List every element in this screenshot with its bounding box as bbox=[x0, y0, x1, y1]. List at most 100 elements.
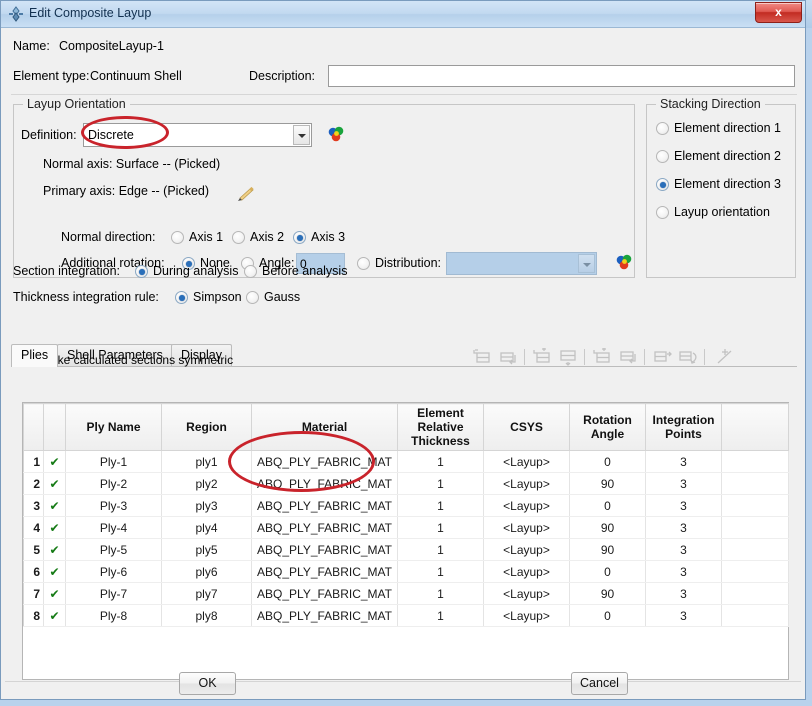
col-header-material[interactable]: Material bbox=[251, 403, 398, 451]
radio-normal-axis-3[interactable] bbox=[293, 231, 306, 244]
cell-blank[interactable] bbox=[721, 538, 789, 561]
row-check-icon[interactable]: ✔ bbox=[43, 604, 66, 627]
row-check-icon[interactable]: ✔ bbox=[43, 450, 66, 473]
radio-simpson[interactable] bbox=[175, 291, 188, 304]
radio-rotation-distribution[interactable] bbox=[357, 257, 370, 270]
description-input[interactable] bbox=[328, 65, 795, 87]
csys-color-icon[interactable] bbox=[326, 124, 346, 144]
row-check-icon[interactable]: ✔ bbox=[43, 582, 66, 605]
cell-rotation[interactable]: 0 bbox=[569, 450, 646, 473]
copy-row-down-icon[interactable] bbox=[618, 348, 640, 366]
cell-ply-name[interactable]: Ply-6 bbox=[65, 560, 162, 583]
cell-blank[interactable] bbox=[721, 450, 789, 473]
cell-ply-name[interactable]: Ply-3 bbox=[65, 494, 162, 517]
cell-csys[interactable]: <Layup> bbox=[483, 494, 570, 517]
cell-rotation[interactable]: 90 bbox=[569, 516, 646, 539]
col-header-blank-2[interactable] bbox=[43, 403, 66, 451]
col-header-region[interactable]: Region bbox=[161, 403, 252, 451]
cell-ply-name[interactable]: Ply-7 bbox=[65, 582, 162, 605]
radio-gauss[interactable] bbox=[246, 291, 259, 304]
cell-thickness[interactable]: 1 bbox=[397, 494, 484, 517]
cell-csys[interactable]: <Layup> bbox=[483, 450, 570, 473]
radio-element-direction-1[interactable] bbox=[656, 122, 669, 135]
cell-ply-name[interactable]: Ply-1 bbox=[65, 450, 162, 473]
radio-during-analysis[interactable] bbox=[135, 265, 148, 278]
cell-blank[interactable] bbox=[721, 604, 789, 627]
close-icon[interactable]: x bbox=[755, 2, 802, 23]
cell-points[interactable]: 3 bbox=[645, 604, 722, 627]
cell-region[interactable]: ply2 bbox=[161, 472, 252, 495]
add-row-top-icon[interactable] bbox=[532, 347, 554, 366]
col-header-blank-3[interactable] bbox=[721, 403, 789, 451]
cell-points[interactable]: 3 bbox=[645, 494, 722, 517]
cell-csys[interactable]: <Layup> bbox=[483, 560, 570, 583]
cell-material[interactable]: ABQ_PLY_FABRIC_MAT bbox=[251, 450, 398, 473]
cell-rotation[interactable]: 90 bbox=[569, 582, 646, 605]
cell-thickness[interactable]: 1 bbox=[397, 450, 484, 473]
add-row-bottom-icon[interactable] bbox=[558, 348, 580, 366]
cell-points[interactable]: 3 bbox=[645, 516, 722, 539]
row-check-icon[interactable]: ✔ bbox=[43, 538, 66, 561]
reverse-rows-icon[interactable] bbox=[678, 348, 700, 366]
cell-ply-name[interactable]: Ply-5 bbox=[65, 538, 162, 561]
table-row[interactable]: 7 ✔ Ply-7 ply7 ABQ_PLY_FABRIC_MAT 1 <Lay… bbox=[23, 582, 789, 605]
row-check-icon[interactable]: ✔ bbox=[43, 560, 66, 583]
cell-csys[interactable]: <Layup> bbox=[483, 538, 570, 561]
cell-region[interactable]: ply7 bbox=[161, 582, 252, 605]
cell-material[interactable]: ABQ_PLY_FABRIC_MAT bbox=[251, 516, 398, 539]
col-header-rotation-angle[interactable]: Rotation Angle bbox=[569, 403, 646, 451]
cell-region[interactable]: ply6 bbox=[161, 560, 252, 583]
table-row[interactable]: 2 ✔ Ply-2 ply2 ABQ_PLY_FABRIC_MAT 1 <Lay… bbox=[23, 472, 789, 495]
cell-ply-name[interactable]: Ply-2 bbox=[65, 472, 162, 495]
cell-blank[interactable] bbox=[721, 582, 789, 605]
delete-row-icon[interactable] bbox=[714, 348, 736, 366]
cell-material[interactable]: ABQ_PLY_FABRIC_MAT bbox=[251, 582, 398, 605]
definition-combobox[interactable]: Discrete bbox=[83, 123, 312, 147]
cell-rotation[interactable]: 0 bbox=[569, 494, 646, 517]
insert-row-above-icon[interactable] bbox=[472, 348, 494, 366]
row-check-icon[interactable]: ✔ bbox=[43, 494, 66, 517]
radio-normal-axis-1[interactable] bbox=[171, 231, 184, 244]
cell-points[interactable]: 3 bbox=[645, 582, 722, 605]
col-header-blank-1[interactable] bbox=[23, 403, 44, 451]
cell-thickness[interactable]: 1 bbox=[397, 604, 484, 627]
cell-ply-name[interactable]: Ply-8 bbox=[65, 604, 162, 627]
cell-blank[interactable] bbox=[721, 560, 789, 583]
cell-thickness[interactable]: 1 bbox=[397, 538, 484, 561]
cell-csys[interactable]: <Layup> bbox=[483, 582, 570, 605]
table-row[interactable]: 3 ✔ Ply-3 ply3 ABQ_PLY_FABRIC_MAT 1 <Lay… bbox=[23, 494, 789, 517]
cell-thickness[interactable]: 1 bbox=[397, 582, 484, 605]
cell-rotation[interactable]: 0 bbox=[569, 604, 646, 627]
table-row[interactable]: 1 ✔ Ply-1 ply1 ABQ_PLY_FABRIC_MAT 1 <Lay… bbox=[23, 450, 789, 473]
cell-region[interactable]: ply8 bbox=[161, 604, 252, 627]
cell-csys[interactable]: <Layup> bbox=[483, 472, 570, 495]
cell-material[interactable]: ABQ_PLY_FABRIC_MAT bbox=[251, 604, 398, 627]
cell-csys[interactable]: <Layup> bbox=[483, 516, 570, 539]
cell-region[interactable]: ply4 bbox=[161, 516, 252, 539]
cell-points[interactable]: 3 bbox=[645, 538, 722, 561]
cell-blank[interactable] bbox=[721, 494, 789, 517]
cell-thickness[interactable]: 1 bbox=[397, 472, 484, 495]
col-header-csys[interactable]: CSYS bbox=[483, 403, 570, 451]
copy-row-up-icon[interactable] bbox=[592, 347, 614, 366]
pencil-edit-icon[interactable] bbox=[235, 185, 257, 205]
row-check-icon[interactable]: ✔ bbox=[43, 472, 66, 495]
col-header-ply-name[interactable]: Ply Name bbox=[65, 403, 162, 451]
distribution-combobox[interactable] bbox=[446, 252, 597, 275]
cell-material[interactable]: ABQ_PLY_FABRIC_MAT bbox=[251, 472, 398, 495]
cell-points[interactable]: 3 bbox=[645, 450, 722, 473]
insert-row-below-icon[interactable] bbox=[498, 348, 520, 366]
distribution-color-icon[interactable] bbox=[614, 252, 634, 272]
cell-rotation[interactable]: 90 bbox=[569, 538, 646, 561]
table-row[interactable]: 8 ✔ Ply-8 ply8 ABQ_PLY_FABRIC_MAT 1 <Lay… bbox=[23, 604, 789, 627]
radio-layup-orientation[interactable] bbox=[656, 206, 669, 219]
radio-before-analysis[interactable] bbox=[244, 265, 257, 278]
cell-points[interactable]: 3 bbox=[645, 560, 722, 583]
row-check-icon[interactable]: ✔ bbox=[43, 516, 66, 539]
cell-region[interactable]: ply1 bbox=[161, 450, 252, 473]
chevron-down-icon[interactable] bbox=[293, 125, 310, 145]
ok-button[interactable]: OK bbox=[179, 672, 236, 695]
chevron-down-icon-distribution[interactable] bbox=[578, 254, 595, 273]
tab-plies[interactable]: Plies bbox=[11, 344, 59, 367]
cell-ply-name[interactable]: Ply-4 bbox=[65, 516, 162, 539]
